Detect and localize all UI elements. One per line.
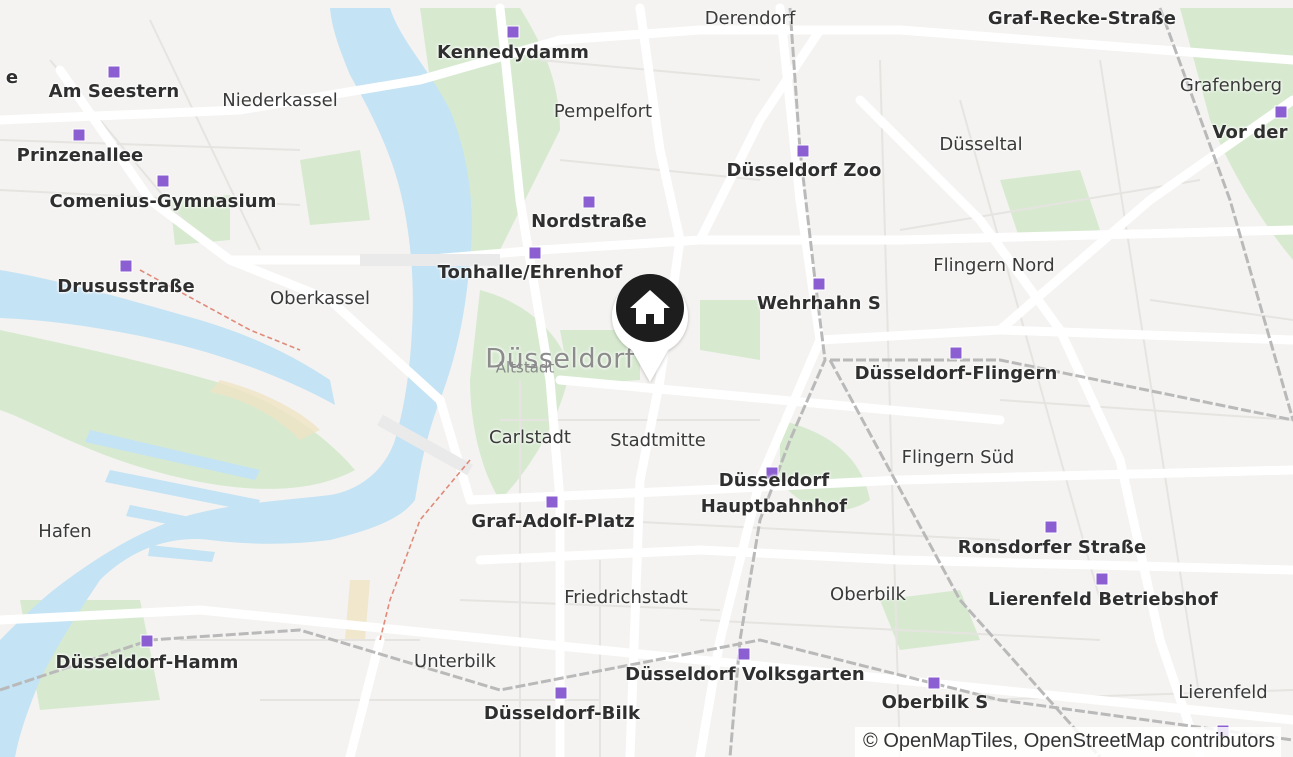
station-label[interactable]: Düsseldorf-Hamm	[56, 654, 239, 672]
station-label[interactable]: Tonhalle/Ehrenhof	[438, 264, 623, 282]
district-label: Flingern Nord	[933, 255, 1055, 276]
home-icon	[612, 274, 688, 382]
stop-marker	[506, 25, 520, 39]
station-label[interactable]: Oberbilk S	[882, 694, 989, 712]
station-label[interactable]: Drususstraße	[57, 278, 195, 296]
station-label[interactable]: Düsseldorf Volksgarten	[625, 666, 865, 684]
map-canvas[interactable]: Düsseldorf Altstadt e Kennedydamm Derend…	[0, 0, 1293, 757]
station-label[interactable]: Graf-Recke-Straße	[988, 10, 1176, 28]
district-label: Stadtmitte	[610, 430, 706, 451]
district-label: Derendorf	[704, 8, 796, 29]
station-label[interactable]: Wehrhahn S	[757, 295, 881, 313]
stop-marker	[949, 346, 963, 360]
map-attribution[interactable]: © OpenMapTiles, OpenStreetMap contributo…	[855, 727, 1281, 757]
stop-marker	[528, 246, 542, 260]
station-label[interactable]: Vor der	[1212, 124, 1287, 142]
district-label: Oberkassel	[269, 288, 371, 309]
station-label[interactable]: Düsseldorf Zoo	[727, 162, 882, 180]
district-label: Grafenberg	[1179, 75, 1283, 96]
station-label[interactable]: Düsseldorf-Bilk	[484, 705, 640, 723]
stop-marker	[554, 686, 568, 700]
stop-marker	[812, 277, 826, 291]
station-label-text: Düsseldorf Hauptbahnhof	[700, 470, 848, 517]
station-label[interactable]: Kennedydamm	[437, 44, 589, 62]
district-label: Lierenfeld	[1178, 682, 1268, 703]
station-label[interactable]: Düsseldorf-Flingern	[855, 365, 1058, 383]
district-label: Unterbilk	[414, 651, 496, 672]
district-label: Flingern Süd	[901, 447, 1015, 468]
station-label[interactable]: Comenius-Gymnasium	[49, 193, 276, 211]
district-label: Düsseltal	[939, 134, 1023, 155]
station-label[interactable]: Graf-Adolf-Platz	[471, 513, 634, 531]
station-label[interactable]: Ronsdorfer Straße	[958, 539, 1147, 557]
stop-marker	[140, 634, 154, 648]
stop-marker	[72, 128, 86, 142]
station-label[interactable]: Prinzenallee	[17, 147, 144, 165]
stop-marker	[156, 174, 170, 188]
stop-marker	[107, 65, 121, 79]
stop-marker	[927, 676, 941, 690]
stop-marker	[796, 144, 810, 158]
stop-marker	[545, 495, 559, 509]
district-label: Oberbilk	[830, 584, 906, 605]
home-location-marker[interactable]	[600, 272, 700, 384]
district-label: Hafen	[38, 521, 92, 542]
stop-marker	[1095, 572, 1109, 586]
edge-label-fragment: e	[5, 67, 19, 88]
old-town-label: Altstadt	[495, 358, 555, 377]
station-label[interactable]: Am Seestern	[49, 83, 180, 101]
station-label[interactable]: Lierenfeld Betriebshof	[988, 591, 1218, 609]
stop-marker	[1274, 105, 1288, 119]
district-label: Friedrichstadt	[564, 587, 688, 608]
station-label[interactable]: Nordstraße	[531, 213, 647, 231]
district-label: Carlstadt	[489, 427, 571, 448]
stop-marker	[119, 259, 133, 273]
stop-marker	[1044, 520, 1058, 534]
district-label: Pempelfort	[553, 101, 653, 122]
station-label[interactable]: Düsseldorf Hauptbahnhof	[689, 468, 859, 520]
stop-marker	[737, 647, 751, 661]
district-label: Niederkassel	[222, 90, 338, 111]
stop-marker	[582, 195, 596, 209]
